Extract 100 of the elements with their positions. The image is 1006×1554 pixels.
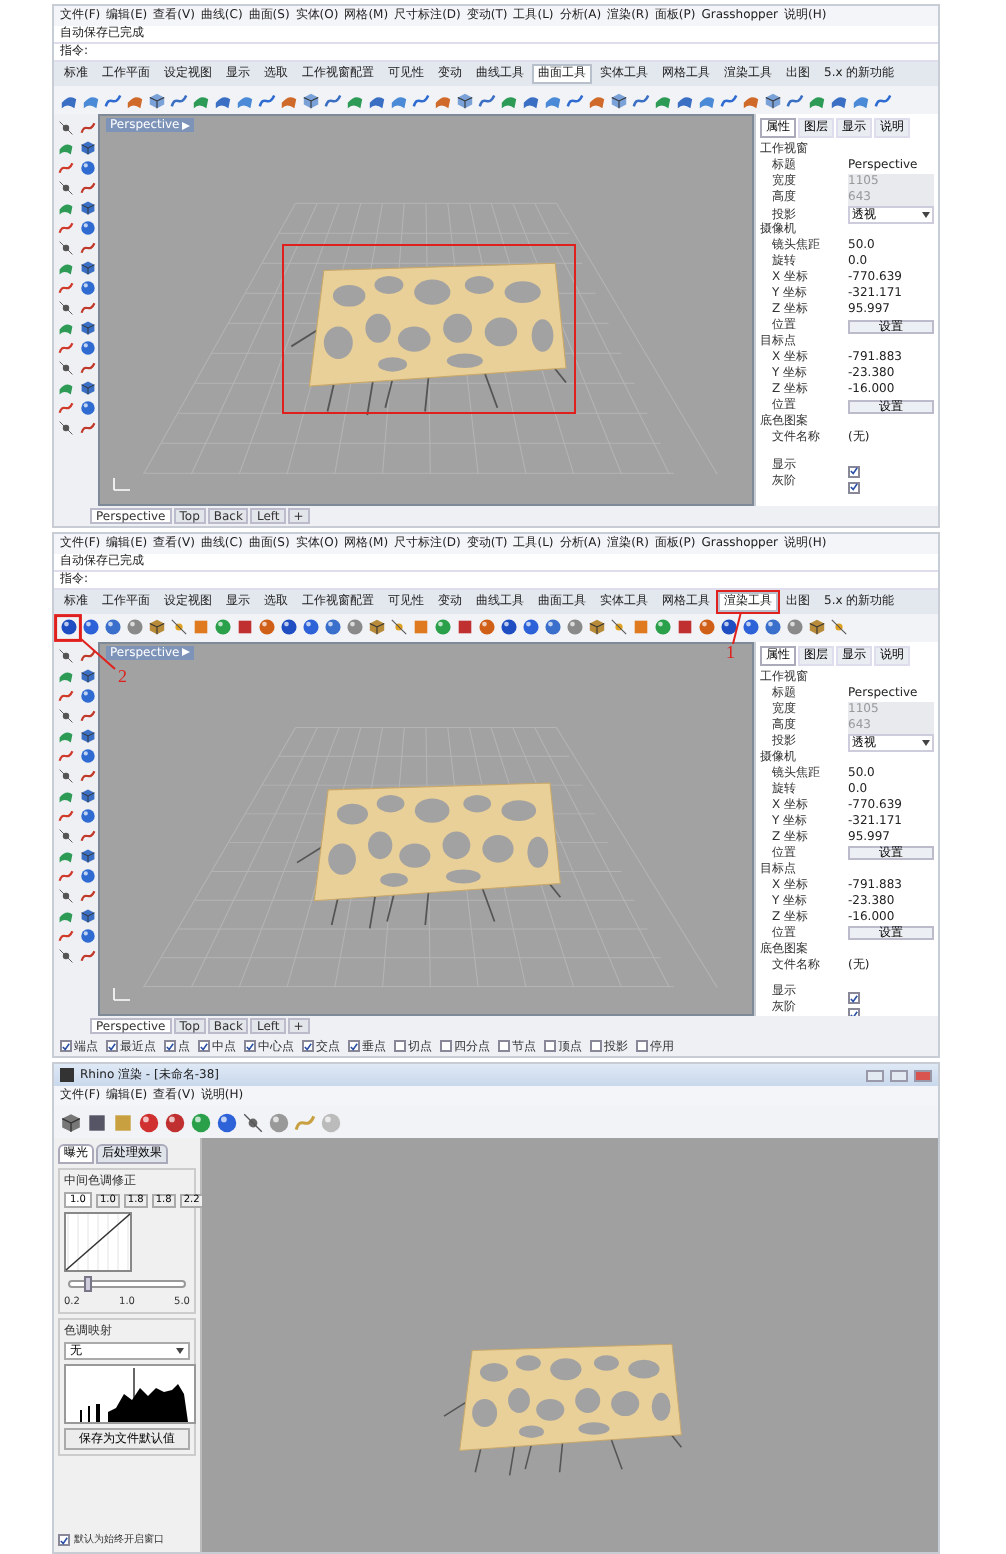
point-icon[interactable] (830, 618, 848, 637)
sphere-icon[interactable] (764, 618, 782, 637)
cube-icon[interactable] (80, 140, 96, 156)
point-icon[interactable] (58, 360, 74, 376)
cube-icon[interactable] (588, 618, 606, 637)
sphere-icon[interactable] (742, 618, 760, 637)
checkbox[interactable] (244, 1040, 256, 1053)
cube-icon[interactable] (80, 260, 96, 276)
point-icon[interactable] (58, 120, 74, 136)
point-icon[interactable] (58, 767, 74, 784)
checkbox[interactable] (164, 1040, 176, 1053)
sphere-icon[interactable] (60, 618, 78, 637)
cube-icon[interactable] (80, 667, 96, 684)
cube-icon[interactable] (60, 1111, 82, 1134)
checkbox[interactable] (58, 1534, 70, 1546)
curve-icon[interactable] (720, 91, 738, 109)
point-icon[interactable] (242, 1111, 264, 1134)
point-icon[interactable] (58, 827, 74, 844)
sphere-icon[interactable] (80, 280, 96, 296)
surface-icon[interactable] (58, 380, 74, 396)
checkbox[interactable] (590, 1040, 602, 1053)
square-icon[interactable] (632, 618, 650, 637)
cube-icon[interactable] (764, 91, 782, 109)
sphere-icon[interactable] (164, 1111, 186, 1134)
close-button[interactable] (914, 1069, 932, 1082)
slider-track[interactable] (68, 1280, 186, 1289)
checkbox[interactable] (60, 1040, 72, 1053)
surface-icon[interactable] (58, 200, 74, 216)
sphere-icon[interactable] (216, 1111, 238, 1134)
cube-icon[interactable] (148, 91, 166, 109)
checkbox[interactable] (440, 1040, 452, 1053)
checkbox[interactable] (544, 1040, 556, 1053)
point-icon[interactable] (58, 707, 74, 724)
square-icon[interactable] (236, 618, 254, 637)
cube-icon[interactable] (368, 618, 386, 637)
cube-icon[interactable] (80, 200, 96, 216)
sphere-icon[interactable] (302, 618, 320, 637)
curve-icon[interactable] (170, 91, 188, 109)
sphere-icon[interactable] (654, 618, 672, 637)
cube-icon[interactable] (456, 91, 474, 109)
surface-icon[interactable] (58, 140, 74, 156)
cube-icon[interactable] (808, 618, 826, 637)
sphere-icon[interactable] (80, 160, 96, 176)
cube-icon[interactable] (80, 727, 96, 744)
surface-icon[interactable] (58, 320, 74, 336)
minimize-button[interactable] (866, 1069, 884, 1082)
square-icon[interactable] (676, 618, 694, 637)
sphere-icon[interactable] (478, 618, 496, 637)
sphere-icon[interactable] (324, 618, 342, 637)
cube-icon[interactable] (610, 91, 628, 109)
cube-icon[interactable] (80, 320, 96, 336)
curve-icon[interactable] (632, 91, 650, 109)
sphere-icon[interactable] (80, 220, 96, 236)
curve-icon[interactable] (412, 91, 430, 109)
sphere-icon[interactable] (190, 1111, 212, 1134)
point-icon[interactable] (610, 618, 628, 637)
curve-icon[interactable] (566, 91, 584, 109)
sphere-icon[interactable] (80, 747, 96, 764)
cube-icon[interactable] (148, 618, 166, 637)
cube-icon[interactable] (80, 787, 96, 804)
square-icon[interactable] (86, 1111, 108, 1134)
checkbox[interactable] (106, 1040, 118, 1053)
sphere-icon[interactable] (82, 618, 100, 637)
point-icon[interactable] (58, 240, 74, 256)
checkbox[interactable] (348, 1040, 360, 1053)
maximize-button[interactable] (890, 1069, 908, 1082)
curve-icon[interactable] (324, 91, 342, 109)
curve-icon[interactable] (478, 91, 496, 109)
sphere-icon[interactable] (698, 618, 716, 637)
cube-icon[interactable] (80, 847, 96, 864)
curve-icon[interactable] (258, 91, 276, 109)
sphere-icon[interactable] (434, 618, 452, 637)
sphere-icon[interactable] (720, 618, 738, 637)
square-icon[interactable] (456, 618, 474, 637)
checkbox[interactable] (636, 1040, 648, 1053)
point-icon[interactable] (170, 618, 188, 637)
checkbox[interactable] (848, 465, 860, 477)
surface-icon[interactable] (58, 260, 74, 276)
sphere-icon[interactable] (500, 618, 518, 637)
checkbox[interactable] (394, 1040, 406, 1053)
point-icon[interactable] (58, 180, 74, 196)
sphere-icon[interactable] (80, 400, 96, 416)
curve-icon[interactable] (874, 91, 892, 109)
checkbox[interactable] (848, 992, 860, 1005)
sphere-icon[interactable] (80, 927, 96, 944)
curve-icon[interactable] (786, 91, 804, 109)
sphere-icon[interactable] (280, 618, 298, 637)
checkbox[interactable] (498, 1040, 510, 1053)
sphere-icon[interactable] (522, 618, 540, 637)
curve-icon[interactable] (80, 647, 96, 664)
point-icon[interactable] (390, 618, 408, 637)
sphere-icon[interactable] (104, 618, 122, 637)
sphere-icon[interactable] (80, 687, 96, 704)
square-icon[interactable] (192, 618, 210, 637)
slider-thumb[interactable] (83, 1276, 92, 1293)
checkbox[interactable] (302, 1040, 314, 1053)
sphere-icon[interactable] (544, 618, 562, 637)
checkbox[interactable] (848, 481, 860, 493)
sphere-icon[interactable] (214, 618, 232, 637)
cube-icon[interactable] (302, 91, 320, 109)
